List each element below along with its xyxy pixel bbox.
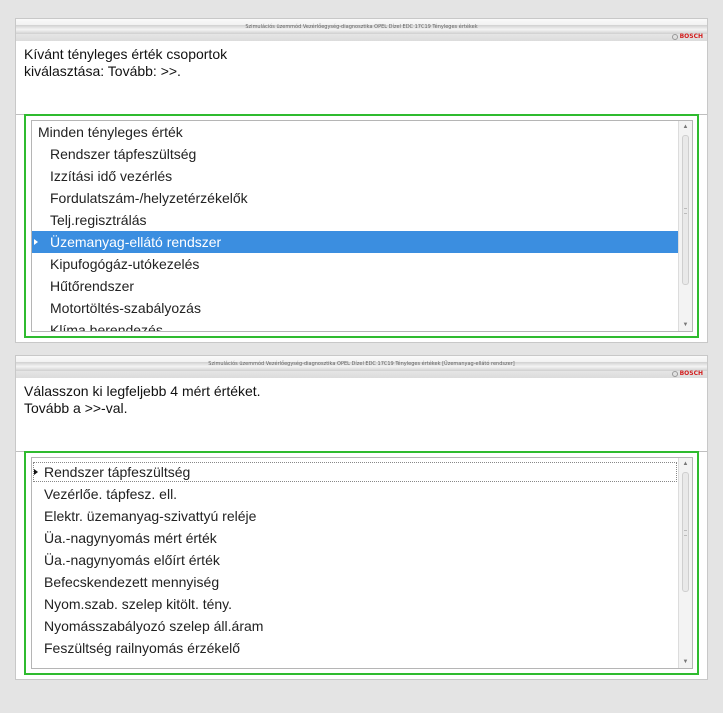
- group-list-frame: Minden tényleges érték Rendszer tápfeszü…: [24, 114, 699, 338]
- brand-text: BOSCH: [679, 33, 703, 40]
- scroll-down-arrow-icon[interactable]: ▼: [679, 319, 692, 331]
- actual-value-groups-window: Szimulációs üzemmód Vezérlőegység-diagno…: [15, 18, 708, 343]
- list-item[interactable]: Üa.-nagynyomás előírt érték: [32, 549, 678, 571]
- list-item[interactable]: Hűtőrendszer: [32, 275, 678, 297]
- row-pointer-icon: [34, 239, 38, 245]
- instruction-line-1: Válasszon ki legfeljebb 4 mért értéket.: [24, 383, 261, 399]
- instruction-line-2: Tovább a >>-val.: [24, 400, 128, 416]
- instruction-line-1: Kívánt tényleges érték csoportok: [24, 46, 228, 62]
- bosch-logo-icon: [671, 33, 678, 40]
- scroll-up-arrow-icon[interactable]: ▲: [679, 121, 692, 133]
- value-list-frame: Rendszer tápfeszültség Vezérlőe. tápfesz…: [24, 451, 699, 675]
- list-item[interactable]: Minden tényleges érték: [32, 121, 678, 143]
- list-item[interactable]: Nyomásszabályozó szelep áll.áram: [32, 615, 678, 637]
- scrollbar-thumb[interactable]: [682, 135, 689, 285]
- window-title-bar: Szimulációs üzemmód Vezérlőegység-diagno…: [16, 19, 707, 41]
- instruction-text: Válasszon ki legfeljebb 4 mért értéket. …: [16, 378, 707, 452]
- list-item[interactable]: Befecskendezett mennyiség: [32, 571, 678, 593]
- list-item[interactable]: Rendszer tápfeszültség: [32, 143, 678, 165]
- list-item[interactable]: Vezérlőe. tápfesz. ell.: [32, 483, 678, 505]
- measured-values-window: Szimulációs üzemmód Vezérlőegység-diagno…: [15, 355, 708, 680]
- list-item-focused[interactable]: Rendszer tápfeszültség: [32, 461, 678, 483]
- scrollbar-thumb[interactable]: [682, 472, 689, 592]
- list-item[interactable]: Motortöltés-szabályozás: [32, 297, 678, 319]
- value-listbox[interactable]: Rendszer tápfeszültség Vezérlőe. tápfesz…: [31, 457, 693, 669]
- brand-label: BOSCH: [671, 370, 703, 377]
- group-listbox[interactable]: Minden tényleges érték Rendszer tápfeszü…: [31, 120, 693, 332]
- list-item[interactable]: Üa.-nagynyomás mért érték: [32, 527, 678, 549]
- list-item[interactable]: Elektr. üzemanyag-szivattyú reléje: [32, 505, 678, 527]
- list-item[interactable]: Izzítási idő vezérlés: [32, 165, 678, 187]
- bosch-logo-icon: [671, 370, 678, 377]
- window-title: Szimulációs üzemmód Vezérlőegység-diagno…: [245, 24, 478, 30]
- list-item[interactable]: Nyom.szab. szelep kitölt. tény.: [32, 593, 678, 615]
- thumb-grip: [684, 208, 687, 214]
- brand-label: BOSCH: [671, 33, 703, 40]
- instruction-line-2: kiválasztása: Tovább: >>.: [24, 63, 181, 79]
- scroll-down-arrow-icon[interactable]: ▼: [679, 656, 692, 668]
- group-list-rows: Minden tényleges érték Rendszer tápfeszü…: [32, 121, 678, 331]
- list-item-selected[interactable]: Üzemanyag-ellátó rendszer: [32, 231, 678, 253]
- vertical-scrollbar[interactable]: ▲ ▼: [678, 121, 692, 331]
- thumb-grip: [684, 530, 687, 536]
- value-list-rows: Rendszer tápfeszültség Vezérlőe. tápfesz…: [32, 458, 678, 668]
- list-item[interactable]: Telj.regisztrálás: [32, 209, 678, 231]
- list-item[interactable]: Kipufogógáz-utókezelés: [32, 253, 678, 275]
- row-pointer-icon: [34, 469, 38, 475]
- list-item[interactable]: Fordulatszám-/helyzetérzékelők: [32, 187, 678, 209]
- list-item[interactable]: Feszültség railnyomás érzékelő: [32, 637, 678, 659]
- scroll-up-arrow-icon[interactable]: ▲: [679, 458, 692, 470]
- vertical-scrollbar[interactable]: ▲ ▼: [678, 458, 692, 668]
- window-title-bar: Szimulációs üzemmód Vezérlőegység-diagno…: [16, 356, 707, 378]
- window-title: Szimulációs üzemmód Vezérlőegység-diagno…: [208, 361, 515, 367]
- brand-text: BOSCH: [679, 370, 703, 377]
- list-item-label: Rendszer tápfeszültség: [44, 464, 191, 480]
- list-item[interactable]: Klíma berendezés: [32, 319, 678, 331]
- instruction-text: Kívánt tényleges érték csoportok kiválas…: [16, 41, 707, 115]
- list-item-label: Üzemanyag-ellátó rendszer: [50, 234, 222, 250]
